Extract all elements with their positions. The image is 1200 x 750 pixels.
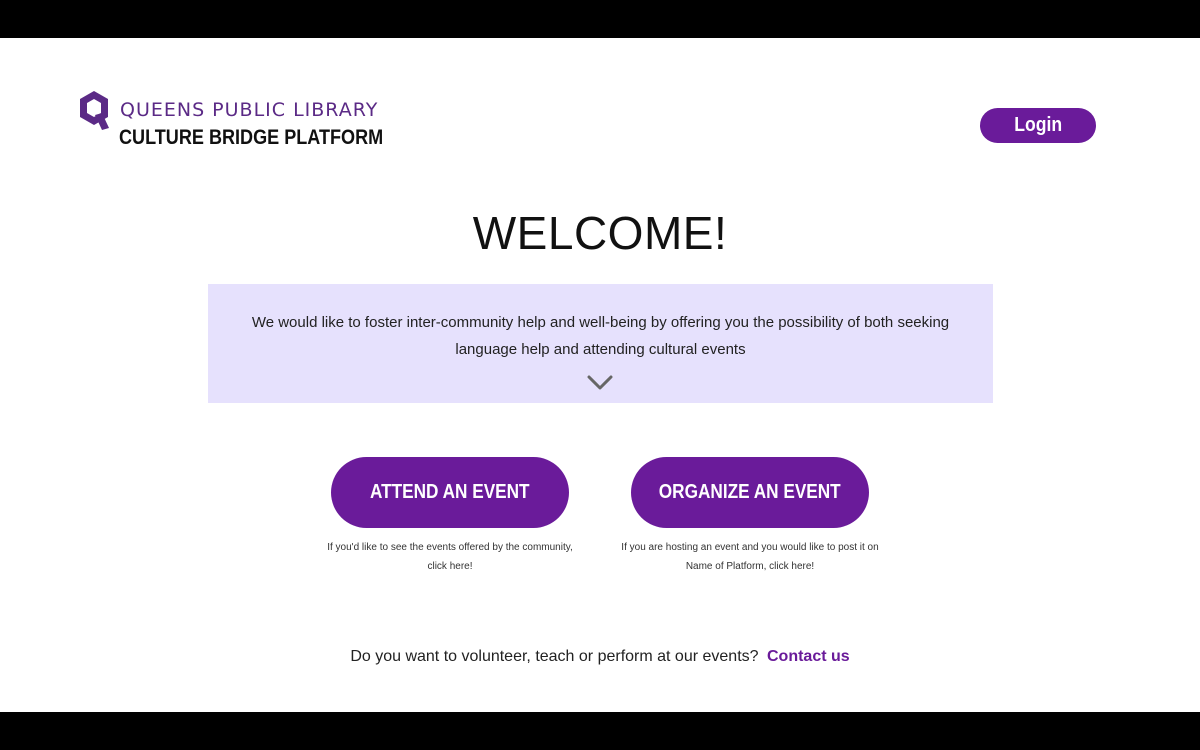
attend-event-caption: If you'd like to see the events offered … bbox=[327, 542, 573, 572]
attend-event-button[interactable]: ATTEND AN EVENT bbox=[331, 457, 569, 528]
logo-library-name: QUEENS PUBLIC LIBRARY bbox=[120, 99, 379, 121]
volunteer-prompt: Do you want to volunteer, teach or perfo… bbox=[0, 648, 1200, 666]
library-logo[interactable]: QUEENS PUBLIC LIBRARY CULTURE BRIDGE PLA… bbox=[78, 90, 398, 156]
page-title: WELCOME! bbox=[472, 207, 728, 259]
q-logo-icon bbox=[80, 91, 109, 130]
intro-text: We would like to foster inter-community … bbox=[251, 314, 950, 358]
logo-platform-name: CULTURE BRIDGE PLATFORM bbox=[119, 126, 384, 149]
login-button-label: Login bbox=[1014, 114, 1062, 136]
organize-event-button[interactable]: ORGANIZE AN EVENT bbox=[631, 457, 869, 528]
letterbox-bottom bbox=[0, 712, 1200, 750]
contact-us-link[interactable]: Contact us bbox=[767, 648, 850, 665]
login-button[interactable]: Login bbox=[980, 108, 1096, 143]
letterbox-top bbox=[0, 0, 1200, 38]
chevron-down-icon[interactable] bbox=[586, 374, 614, 392]
landing-page: QUEENS PUBLIC LIBRARY CULTURE BRIDGE PLA… bbox=[0, 38, 1200, 712]
intro-panel: We would like to foster inter-community … bbox=[208, 284, 993, 403]
attend-event-label: ATTEND AN EVENT bbox=[370, 481, 530, 503]
volunteer-question: Do you want to volunteer, teach or perfo… bbox=[350, 648, 759, 665]
organize-event-caption: If you are hosting an event and you woul… bbox=[621, 542, 879, 572]
organize-event-label: ORGANIZE AN EVENT bbox=[659, 481, 841, 503]
